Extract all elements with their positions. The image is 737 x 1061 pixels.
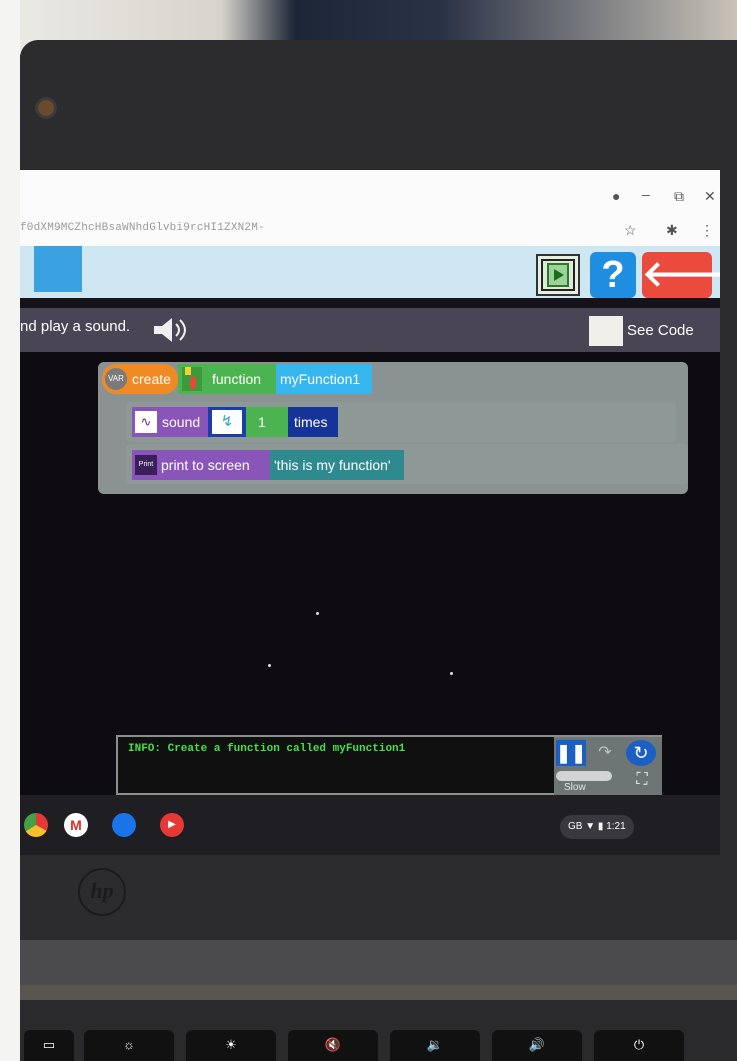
function-block[interactable]: function <box>178 364 276 394</box>
sound-picker[interactable]: ↯ <box>208 407 246 437</box>
workspace-speck <box>316 612 319 615</box>
pause-icon[interactable]: ❚❚ <box>556 740 586 766</box>
step-icon[interactable]: ↷ <box>590 740 620 766</box>
star-icon[interactable]: ☆ <box>624 222 637 239</box>
volume-down-key[interactable]: 🔉 <box>390 1030 480 1061</box>
volume-up-key[interactable]: 🔊 <box>492 1030 582 1061</box>
film-play-icon <box>541 259 575 291</box>
address-bar-url[interactable]: f0dXM9MCZhcHBsaWNhdGlvbi9rcHI1ZXN2M- <box>20 222 265 234</box>
repeat-count-field[interactable]: 1 <box>246 407 288 437</box>
brightness-down-key[interactable]: ☼ <box>84 1030 174 1061</box>
close-icon[interactable]: ✕ <box>704 188 716 205</box>
workspace-speck <box>450 672 453 675</box>
extension-icon[interactable]: ✱ <box>666 222 678 239</box>
chrome-icon[interactable] <box>24 813 48 837</box>
see-code-button[interactable]: See Code <box>589 314 713 348</box>
restore-icon[interactable]: ⧉ <box>674 188 684 205</box>
speed-label: Slow <box>564 782 586 793</box>
webcam-icon <box>38 100 54 116</box>
wifi-icon: ▼ <box>585 821 598 832</box>
laptop-hinge <box>20 940 737 985</box>
waveform-icon: ∿ <box>135 411 157 433</box>
run-button[interactable] <box>536 254 580 296</box>
help-button[interactable]: ? <box>590 252 636 298</box>
window-switch-key[interactable]: ▭ <box>24 1030 74 1061</box>
fullscreen-icon[interactable]: ⛶ <box>630 769 654 791</box>
run-controls: ❚❚ ↷ ↻ Slow ⛶ <box>554 737 662 795</box>
speed-slider[interactable] <box>556 771 612 781</box>
speaker-icon[interactable] <box>148 314 192 346</box>
workspace-speck <box>268 664 271 667</box>
sound-label: sound <box>162 414 201 430</box>
gmail-icon[interactable]: M <box>64 813 88 837</box>
create-label: create <box>132 371 171 387</box>
print-label: print to screen <box>161 457 250 473</box>
console-info-text: INFO: Create a function called myFunctio… <box>128 743 406 755</box>
clock-time: 1:21 <box>606 821 626 832</box>
print-block[interactable]: Print print to screen <box>132 450 270 480</box>
keyboard-layout: GB <box>568 821 583 832</box>
restart-icon[interactable]: ↻ <box>626 740 656 766</box>
instruction-text: nd play a sound. <box>20 318 131 335</box>
function-label: function <box>212 371 262 387</box>
app-header: ? 🡐 <box>20 246 720 298</box>
os-shelf: M ▶ GB ▼ ▮ 1:21 <box>20 795 720 855</box>
instruction-bar: nd play a sound. See Code <box>20 308 720 352</box>
function-definition-block[interactable]: VAR create function myFunction1 ∿ sound … <box>98 362 688 494</box>
code-preview-icon <box>589 316 623 346</box>
mute-key[interactable]: 🔇 <box>288 1030 378 1061</box>
background-wall <box>0 0 20 1061</box>
files-icon[interactable] <box>112 813 136 837</box>
function-icon <box>182 367 202 391</box>
browser-window-bar: ● – ⧉ ✕ f0dXM9MCZhcHBsaWNhdGlvbi9rcHI1ZX… <box>20 170 720 248</box>
brightness-up-key[interactable]: ☀ <box>186 1030 276 1061</box>
sound-file-icon: ↯ <box>212 410 242 434</box>
minimize-icon[interactable]: – <box>642 186 650 202</box>
function-name-field[interactable]: myFunction1 <box>276 364 372 394</box>
app-logo-tile <box>34 246 82 292</box>
print-icon: Print <box>135 455 157 475</box>
arrow-left-icon: 🡐 <box>642 253 720 294</box>
location-icon[interactable]: ● <box>612 188 620 204</box>
laptop-screen: ● – ⧉ ✕ f0dXM9MCZhcHBsaWNhdGlvbi9rcHI1ZX… <box>20 170 720 855</box>
menu-icon[interactable]: ⋮ <box>700 222 714 239</box>
create-var-block[interactable]: VAR create <box>102 364 178 394</box>
sound-block[interactable]: ∿ sound <box>132 407 208 437</box>
status-tray[interactable]: GB ▼ ▮ 1:21 <box>560 815 634 839</box>
youtube-icon[interactable]: ▶ <box>160 813 184 837</box>
power-key[interactable]: ⏻ <box>594 1030 684 1061</box>
back-button[interactable]: 🡐 <box>642 252 720 298</box>
hp-logo: hp <box>78 868 126 916</box>
battery-icon: ▮ <box>597 821 607 832</box>
output-console: INFO: Create a function called myFunctio… <box>116 735 662 795</box>
print-string-field[interactable]: 'this is my function' <box>270 450 404 480</box>
times-label: times <box>288 407 338 437</box>
var-icon: VAR <box>105 368 127 390</box>
see-code-label: See Code <box>627 322 694 339</box>
